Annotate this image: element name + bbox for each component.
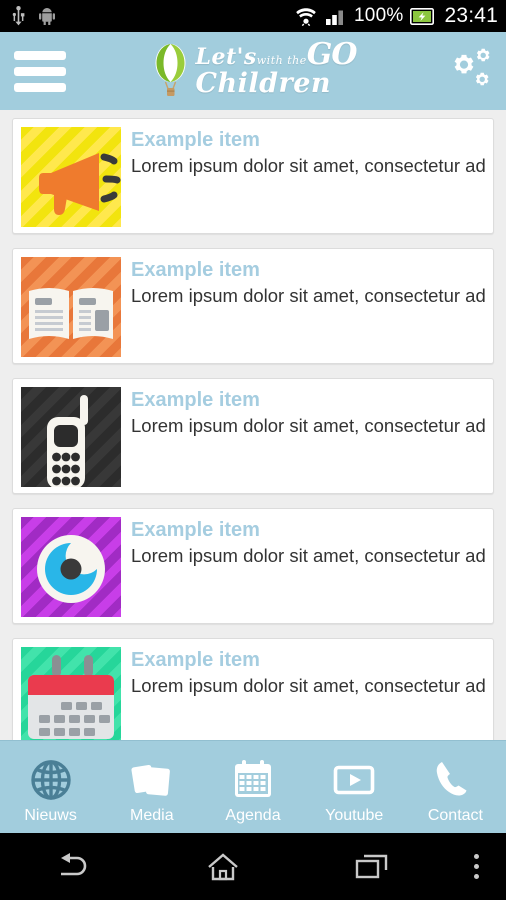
- app-logo[interactable]: Let'swith theGO Children: [150, 40, 358, 100]
- logo-lets: Let's: [195, 44, 257, 70]
- dot: [473, 874, 479, 879]
- list-item-text: Lorem ipsum dolor sit amet, consectetur …: [131, 545, 485, 566]
- list-item-body: Example item Lorem ipsum dolor sit amet,…: [131, 387, 485, 438]
- tab-label: Media: [130, 806, 174, 824]
- list-item-title: Example item: [131, 649, 260, 671]
- tab-media[interactable]: Media: [101, 751, 202, 824]
- tab-youtube[interactable]: Youtube: [304, 751, 405, 824]
- news-list[interactable]: Example item Lorem ipsum dolor sit amet,…: [0, 110, 506, 740]
- list-item-thumbnail: [21, 127, 121, 227]
- back-button[interactable]: [0, 852, 149, 882]
- eye-icon: [21, 517, 121, 617]
- calendar-icon: [230, 757, 276, 803]
- tab-label: Agenda: [225, 806, 281, 824]
- list-item-title: Example item: [131, 129, 260, 151]
- calendar-icon: [21, 647, 121, 740]
- home-button[interactable]: [149, 852, 298, 882]
- clock-label: 23:41: [444, 4, 498, 27]
- list-item[interactable]: Example item Lorem ipsum dolor sit amet,…: [12, 638, 494, 740]
- photos-icon: [129, 757, 175, 803]
- list-item[interactable]: Example item Lorem ipsum dolor sit amet,…: [12, 118, 494, 234]
- usb-icon: [12, 6, 25, 26]
- overflow-dots-icon: [473, 854, 479, 879]
- list-item-thumbnail: [21, 647, 121, 740]
- cordless-phone-icon: [21, 387, 121, 487]
- recents-icon: [355, 853, 389, 881]
- battery-percent-label: 100%: [354, 5, 404, 26]
- bottom-tab-bar: Nieuws Media Agenda Youtube Contact: [0, 740, 506, 833]
- phone-icon: [432, 757, 478, 803]
- home-icon: [206, 852, 240, 882]
- list-item-title: Example item: [131, 259, 260, 281]
- list-item[interactable]: Example item Lorem ipsum dolor sit amet,…: [12, 508, 494, 624]
- status-bar: 100% 23:41: [0, 0, 506, 32]
- globe-icon: [28, 757, 74, 803]
- list-item-body: Example item Lorem ipsum dolor sit amet,…: [131, 257, 485, 308]
- list-item[interactable]: Example item Lorem ipsum dolor sit amet,…: [12, 378, 494, 494]
- list-item-thumbnail: [21, 257, 121, 357]
- megaphone-icon: [21, 127, 121, 227]
- logo-with-the: with the: [256, 54, 307, 67]
- list-item-title: Example item: [131, 519, 260, 541]
- overflow-button[interactable]: [446, 854, 506, 879]
- tab-label: Nieuws: [24, 806, 77, 824]
- back-arrow-icon: [55, 852, 93, 882]
- hamburger-bar: [14, 50, 66, 60]
- wifi-icon: [294, 6, 318, 26]
- dot: [473, 864, 479, 869]
- hot-air-balloon-icon: [150, 42, 192, 100]
- android-icon: [39, 7, 55, 25]
- recents-button[interactable]: [297, 853, 446, 881]
- gears-icon[interactable]: [438, 46, 492, 96]
- status-bar-left-icons: [12, 6, 55, 26]
- list-item-body: Example item Lorem ipsum dolor sit amet,…: [131, 647, 485, 698]
- list-item-title: Example item: [131, 389, 260, 411]
- newspaper-icon: [21, 257, 121, 357]
- battery-icon: [410, 7, 435, 25]
- status-bar-right-icons: 100% 23:41: [294, 4, 498, 28]
- logo-line-2: Children: [195, 68, 332, 99]
- list-item-thumbnail: [21, 387, 121, 487]
- dot: [473, 854, 479, 859]
- list-item[interactable]: Example item Lorem ipsum dolor sit amet,…: [12, 248, 494, 364]
- list-item-thumbnail: [21, 517, 121, 617]
- tab-contact[interactable]: Contact: [405, 751, 506, 824]
- logo-go: GO: [306, 37, 358, 72]
- play-icon: [331, 757, 377, 803]
- tab-label: Youtube: [325, 806, 384, 824]
- logo-wordmark: Let'swith theGO Children: [195, 40, 358, 99]
- hamburger-bar: [14, 66, 66, 76]
- app-header: Let'swith theGO Children: [0, 32, 506, 110]
- tab-agenda[interactable]: Agenda: [202, 751, 303, 824]
- list-item-text: Lorem ipsum dolor sit amet, consectetur …: [131, 155, 485, 176]
- hamburger-bar: [14, 82, 66, 92]
- list-item-body: Example item Lorem ipsum dolor sit amet,…: [131, 517, 485, 568]
- list-item-body: Example item Lorem ipsum dolor sit amet,…: [131, 127, 485, 178]
- android-navigation-bar: [0, 833, 506, 900]
- list-item-text: Lorem ipsum dolor sit amet, consectetur …: [131, 675, 485, 696]
- hamburger-menu-icon[interactable]: [14, 50, 66, 92]
- list-item-text: Lorem ipsum dolor sit amet, consectetur …: [131, 415, 485, 436]
- list-item-text: Lorem ipsum dolor sit amet, consectetur …: [131, 285, 485, 306]
- signal-icon: [325, 6, 347, 26]
- tab-nieuws[interactable]: Nieuws: [0, 751, 101, 824]
- tab-label: Contact: [427, 806, 483, 824]
